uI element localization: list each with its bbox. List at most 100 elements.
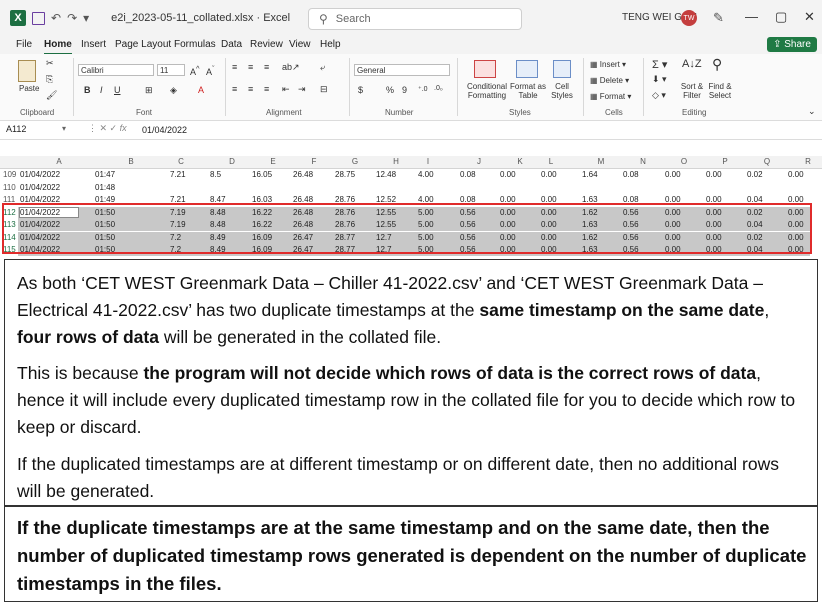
- column-header-c[interactable]: C: [166, 157, 196, 166]
- conditional-formatting-label[interactable]: Conditional Formatting: [462, 82, 512, 100]
- cut-icon[interactable]: ✂: [46, 58, 54, 69]
- share-button[interactable]: ⇪ Share: [767, 37, 817, 52]
- cell-value[interactable]: 0.02: [747, 170, 763, 179]
- column-header-q[interactable]: Q: [752, 157, 782, 166]
- cell-value[interactable]: 0.00: [500, 170, 516, 179]
- row-number[interactable]: 110: [3, 183, 16, 192]
- cell-value[interactable]: 7.21: [170, 170, 186, 179]
- avatar[interactable]: TW: [681, 10, 697, 26]
- merge-center-icon[interactable]: ⊟: [320, 84, 328, 95]
- maximize-icon[interactable]: ▢: [775, 9, 787, 25]
- sort-filter-label[interactable]: Sort & Filter: [678, 82, 706, 100]
- cell-value[interactable]: 1.64: [582, 170, 598, 179]
- cell-time[interactable]: 01:47: [95, 170, 115, 179]
- autosum-icon[interactable]: Σ ▾: [652, 58, 667, 71]
- search-box[interactable]: ⚲ Search: [308, 8, 522, 30]
- cell-time[interactable]: 01:48: [95, 183, 115, 192]
- column-header-i[interactable]: I: [413, 157, 443, 166]
- font-name-select[interactable]: Calibri: [78, 64, 154, 76]
- align-bottom-icon[interactable]: ≡: [264, 62, 269, 72]
- name-box-dropdown-icon[interactable]: ▾: [62, 124, 66, 133]
- redo-icon[interactable]: ↷: [67, 11, 77, 25]
- fill-icon[interactable]: ⬇ ▾: [652, 74, 667, 85]
- cell-value[interactable]: 4.00: [418, 170, 434, 179]
- column-header-g[interactable]: G: [340, 157, 370, 166]
- cell-date[interactable]: 01/04/2022: [20, 170, 60, 179]
- format-painter-icon[interactable]: 🖌: [46, 90, 57, 101]
- cell-value[interactable]: 28.75: [335, 170, 355, 179]
- tab-data[interactable]: Data: [221, 39, 242, 50]
- column-header-p[interactable]: P: [710, 157, 740, 166]
- cell-value[interactable]: 0.08: [623, 170, 639, 179]
- paste-icon[interactable]: [18, 60, 36, 82]
- function-icon[interactable]: ⋮ ✕ ✓ fx: [88, 123, 127, 134]
- delete-cells-button[interactable]: ▦ Delete ▾: [590, 76, 629, 85]
- tab-help[interactable]: Help: [320, 39, 341, 50]
- minimize-icon[interactable]: —: [745, 9, 758, 24]
- collapse-ribbon-icon[interactable]: ⌄: [808, 106, 816, 117]
- cell-styles-label[interactable]: Cell Styles: [546, 82, 578, 100]
- borders-icon[interactable]: ⊞: [145, 85, 153, 96]
- column-header-l[interactable]: L: [536, 157, 566, 166]
- italic-button[interactable]: I: [100, 85, 103, 95]
- column-header-b[interactable]: B: [116, 157, 146, 166]
- align-top-icon[interactable]: ≡: [232, 62, 237, 72]
- undo-icon[interactable]: ↶: [51, 11, 61, 25]
- tab-insert[interactable]: Insert: [81, 39, 106, 50]
- column-header-e[interactable]: E: [258, 157, 288, 166]
- tab-formulas[interactable]: Formulas: [174, 39, 216, 50]
- name-box[interactable]: A112: [6, 124, 70, 136]
- cell-value[interactable]: 0.08: [460, 170, 476, 179]
- customize-qat-icon[interactable]: ▾: [83, 11, 89, 25]
- align-center-icon[interactable]: ≡: [248, 84, 253, 94]
- format-as-table-icon[interactable]: [516, 60, 538, 78]
- cell-value[interactable]: 0.00: [665, 170, 681, 179]
- cell-value[interactable]: 0.00: [788, 170, 804, 179]
- cell-date[interactable]: 01/04/2022: [20, 183, 60, 192]
- comma-icon[interactable]: 9: [402, 85, 407, 95]
- column-header-n[interactable]: N: [628, 157, 658, 166]
- insert-cells-button[interactable]: ▦ Insert ▾: [590, 60, 626, 69]
- orientation-icon[interactable]: ab↗: [282, 62, 300, 73]
- column-header-m[interactable]: M: [586, 157, 616, 166]
- increase-font-icon[interactable]: A^: [190, 64, 200, 77]
- bold-button[interactable]: B: [84, 85, 91, 95]
- paste-label[interactable]: Paste: [19, 84, 39, 93]
- percent-icon[interactable]: %: [386, 85, 394, 95]
- font-color-icon[interactable]: A: [198, 85, 204, 95]
- increase-indent-icon[interactable]: ⇥: [298, 84, 306, 95]
- pen-icon[interactable]: ✎: [713, 10, 724, 26]
- decrease-decimal-icon[interactable]: .0₀: [434, 85, 443, 92]
- tab-view[interactable]: View: [289, 39, 311, 50]
- cell-value[interactable]: 0.00: [706, 170, 722, 179]
- formula-input[interactable]: 01/04/2022: [142, 125, 187, 135]
- fill-color-icon[interactable]: ◈: [170, 85, 177, 96]
- column-header-a[interactable]: A: [44, 157, 74, 166]
- underline-button[interactable]: U: [114, 85, 121, 95]
- decrease-font-icon[interactable]: Aˇ: [206, 64, 215, 77]
- tab-home[interactable]: Home: [44, 39, 72, 55]
- column-header-d[interactable]: D: [217, 157, 247, 166]
- cell-value[interactable]: 8.5: [210, 170, 221, 179]
- column-header-j[interactable]: J: [464, 157, 494, 166]
- conditional-formatting-icon[interactable]: [474, 60, 496, 78]
- close-icon[interactable]: ✕: [804, 9, 815, 25]
- format-as-table-label[interactable]: Format as Table: [508, 82, 548, 100]
- clear-icon[interactable]: ◇ ▾: [652, 90, 666, 101]
- wrap-text-icon[interactable]: ⤶: [320, 62, 325, 73]
- save-icon[interactable]: [32, 11, 45, 25]
- number-format-select[interactable]: General: [354, 64, 450, 76]
- cell-value[interactable]: 26.48: [293, 170, 313, 179]
- decrease-indent-icon[interactable]: ⇤: [282, 84, 290, 95]
- align-middle-icon[interactable]: ≡: [248, 62, 253, 72]
- column-header-f[interactable]: F: [299, 157, 329, 166]
- column-header-k[interactable]: K: [505, 157, 535, 166]
- cell-value[interactable]: 12.48: [376, 170, 396, 179]
- tab-file[interactable]: File: [16, 39, 32, 50]
- find-select-label[interactable]: Find & Select: [706, 82, 734, 100]
- cell-value[interactable]: 0.00: [541, 170, 557, 179]
- sort-filter-icon[interactable]: A↓Z: [682, 58, 702, 70]
- format-cells-button[interactable]: ▦ Format ▾: [590, 92, 631, 101]
- tab-page-layout[interactable]: Page Layout: [115, 39, 171, 50]
- column-header-r[interactable]: R: [793, 157, 822, 166]
